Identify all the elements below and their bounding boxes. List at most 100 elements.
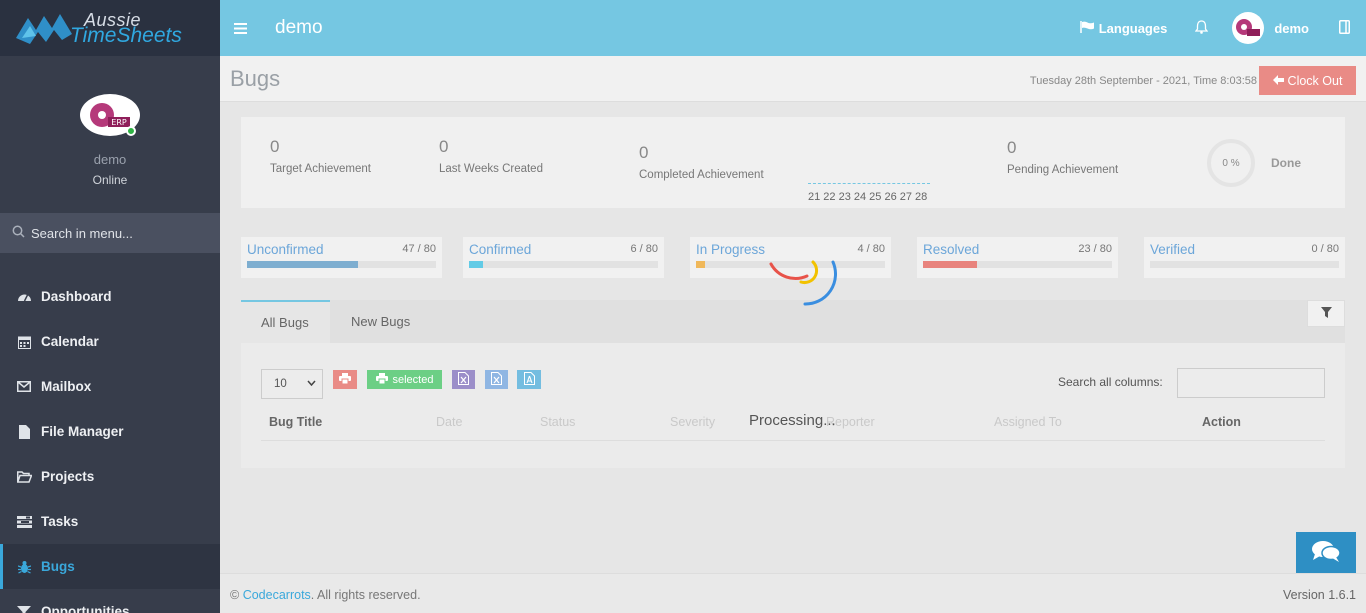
csv-file-icon (491, 371, 502, 388)
done-percent: 0 % (1222, 157, 1240, 169)
rights-text: . All rights reserved. (310, 588, 421, 602)
status-progress-fill (469, 261, 484, 268)
user-name[interactable]: demo (1274, 21, 1309, 36)
status-card-verified[interactable]: Verified 0 / 80 (1144, 237, 1345, 278)
filter-button[interactable] (1307, 300, 1345, 327)
sidebar-nav: Dashboard Calendar Mailbox File Manager … (0, 274, 220, 613)
current-datetime: Tuesday 28th September - 2021, Time 8:03… (1029, 75, 1257, 87)
tab-new-bugs[interactable]: New Bugs (351, 314, 410, 329)
search-columns-label: Search all columns: (1058, 375, 1163, 389)
copyright: © Codecarrots. All rights reserved. (230, 588, 421, 602)
menu-toggle-icon[interactable] (234, 18, 247, 39)
sparkline-days: 21 22 23 24 25 26 27 28 (808, 191, 928, 203)
sidebar-search[interactable]: Search in menu... (0, 213, 220, 253)
erp-avatar-icon (1236, 19, 1261, 36)
profile-status: Online (92, 173, 128, 187)
stat-pending-label: Pending Achievement (1007, 164, 1119, 176)
page-title: Bugs (230, 66, 281, 91)
export-csv-button[interactable] (485, 370, 508, 389)
col-status[interactable]: Status (540, 415, 575, 429)
sidebar-item-dashboard[interactable]: Dashboard (0, 274, 220, 319)
sidebar-item-calendar[interactable]: Calendar (0, 319, 220, 364)
side-panel-icon[interactable] (1339, 19, 1350, 37)
opportunity-icon (15, 605, 33, 613)
copyright-symbol: © (230, 588, 240, 602)
sidebar-item-mailbox[interactable]: Mailbox (0, 364, 220, 409)
status-card-title: Resolved (923, 242, 980, 257)
arrow-left-icon (1272, 74, 1284, 88)
weekly-sparkline (808, 183, 930, 184)
done-label: Done (1271, 156, 1301, 170)
status-card-title: Verified (1150, 242, 1196, 257)
logo-mark-icon (16, 14, 72, 44)
sidebar-item-label: Opportunities (41, 604, 130, 613)
excel-file-icon (458, 371, 469, 388)
export-excel-button[interactable] (452, 370, 475, 389)
status-card-count: 4 / 80 (857, 243, 885, 255)
sidebar-item-label: Mailbox (41, 379, 92, 394)
col-severity[interactable]: Severity (670, 415, 715, 429)
chat-button[interactable] (1296, 532, 1356, 573)
stat-target-label: Target Achievement (270, 163, 372, 175)
status-card-count: 0 / 80 (1311, 243, 1339, 255)
col-bug-title[interactable]: Bug Title (269, 415, 322, 429)
page-footer: © Codecarrots. All rights reserved. Vers… (220, 573, 1366, 613)
active-tab-indicator (241, 300, 330, 302)
flag-icon (1079, 20, 1095, 36)
status-card-count: 23 / 80 (1078, 243, 1112, 255)
stat-target-value: 0 (270, 137, 280, 156)
page-header: Bugs Tuesday 28th September - 2021, Time… (220, 56, 1366, 102)
stat-last-weeks: 0 Last Weeks Created (439, 137, 543, 175)
sidebar-item-file-manager[interactable]: File Manager (0, 409, 220, 454)
clock-out-label: Clock Out (1287, 73, 1343, 88)
sidebar-search-placeholder: Search in menu... (31, 225, 133, 241)
sidebar-item-tasks[interactable]: Tasks (0, 499, 220, 544)
status-card-resolved[interactable]: Resolved 23 / 80 (917, 237, 1118, 278)
folder-icon (15, 470, 33, 483)
chat-icon (1311, 539, 1341, 566)
user-avatar[interactable] (1232, 12, 1265, 44)
col-date[interactable]: Date (436, 415, 462, 429)
print-icon (375, 372, 388, 387)
top-navbar: demo Languages demo (220, 0, 1366, 56)
languages-menu[interactable]: Languages (1079, 20, 1167, 36)
sidebar: Aussie TimeSheets ERP demo Online Search… (0, 0, 220, 613)
brand-line2: TimeSheets (70, 24, 182, 47)
stat-last-weeks-value: 0 (439, 137, 449, 156)
col-assigned-to[interactable]: Assigned To (994, 415, 1062, 429)
loading-spinner-icon (769, 260, 837, 306)
bug-tabs: All Bugs New Bugs (241, 300, 1345, 343)
codecarrots-link[interactable]: Codecarrots (243, 588, 311, 602)
sidebar-item-label: Dashboard (41, 289, 112, 304)
calendar-icon (15, 335, 33, 349)
bell-icon[interactable] (1195, 19, 1209, 37)
bug-stats-panel: 0 Target Achievement 0 Last Weeks Create… (241, 117, 1345, 208)
user-profile: ERP demo Online (0, 56, 220, 213)
status-card-unconfirmed[interactable]: Unconfirmed 47 / 80 (241, 237, 442, 278)
print-selected-button[interactable]: selected (367, 370, 442, 389)
sidebar-item-opportunities[interactable]: Opportunities (0, 589, 220, 613)
export-pdf-button[interactable] (517, 370, 541, 389)
status-card-confirmed[interactable]: Confirmed 6 / 80 (463, 237, 664, 278)
file-icon (15, 424, 33, 439)
done-donut: 0 % (1207, 139, 1255, 187)
status-card-title: Unconfirmed (247, 242, 324, 257)
print-button[interactable] (333, 370, 357, 389)
tab-all-bugs[interactable]: All Bugs (261, 315, 309, 330)
clock-out-button[interactable]: Clock Out (1259, 66, 1356, 95)
status-progress-track (923, 261, 1112, 268)
print-icon (339, 372, 351, 387)
sidebar-item-projects[interactable]: Projects (0, 454, 220, 499)
brand-logo[interactable]: Aussie TimeSheets (0, 0, 220, 56)
search-columns-input[interactable] (1177, 368, 1325, 398)
top-title: demo (275, 17, 323, 38)
sidebar-item-label: Tasks (41, 514, 79, 529)
header-divider (261, 440, 1325, 441)
status-card-count: 47 / 80 (402, 243, 436, 255)
page-size-select[interactable]: 10 (261, 369, 323, 399)
erp-avatar-icon: ERP (90, 103, 130, 127)
sidebar-item-bugs[interactable]: Bugs (0, 544, 220, 589)
online-status-dot (126, 126, 136, 136)
tasks-icon (15, 515, 33, 528)
stat-pending-value: 0 (1007, 138, 1017, 157)
